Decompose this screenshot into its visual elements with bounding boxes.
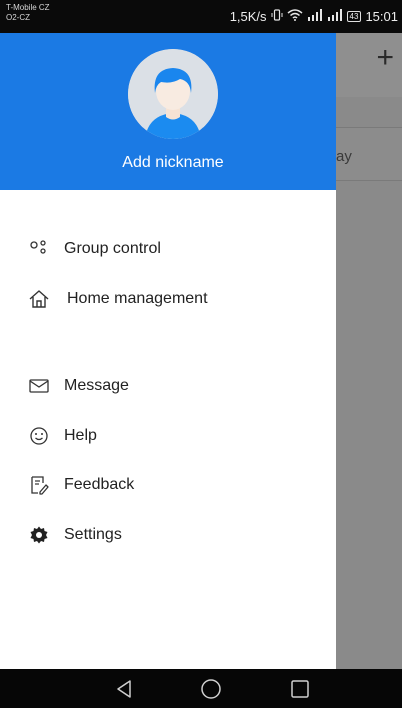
menu-item-feedback[interactable]: Feedback <box>0 465 336 505</box>
menu-item-help[interactable]: Help <box>0 416 336 456</box>
home-icon <box>28 288 50 310</box>
menu-label-feedback: Feedback <box>64 476 135 493</box>
menu-label-home-management: Home management <box>67 290 208 307</box>
gear-icon <box>28 524 50 546</box>
status-indicators: 1,5K/s 43 15:01 <box>230 9 398 24</box>
status-bar: T-Mobile CZ O2-CZ 1,5K/s 43 15:01 <box>0 0 402 33</box>
group-control-icon <box>28 238 50 260</box>
screen: T-Mobile CZ O2-CZ 1,5K/s 43 15:01 + ay A… <box>0 0 402 708</box>
add-nickname-label[interactable]: Add nickname <box>0 154 346 172</box>
carrier-info: T-Mobile CZ O2-CZ <box>6 3 50 23</box>
menu-label-help: Help <box>64 427 97 444</box>
menu-item-settings[interactable]: Settings <box>0 515 336 555</box>
back-triangle-icon[interactable] <box>112 677 136 701</box>
carrier-secondary: O2-CZ <box>6 13 30 22</box>
vibrate-icon <box>271 9 283 24</box>
battery-icon: 43 <box>346 11 362 22</box>
network-speed: 1,5K/s <box>229 9 267 24</box>
smiley-help-icon <box>28 425 50 447</box>
signal-icon <box>307 9 323 24</box>
menu-item-message[interactable]: Message <box>0 366 336 406</box>
background-app-header: + <box>336 33 402 97</box>
signal-icon-secondary <box>327 9 343 24</box>
menu-label-settings: Settings <box>64 526 122 543</box>
plus-icon[interactable]: + <box>376 43 394 73</box>
menu-item-group-control[interactable]: Group control <box>0 229 336 269</box>
menu-item-home-management[interactable]: Home management <box>0 279 336 319</box>
recents-square-icon[interactable] <box>288 677 312 701</box>
wifi-icon <box>287 9 303 24</box>
feedback-edit-icon <box>28 474 50 496</box>
home-circle-icon[interactable] <box>199 677 223 701</box>
navigation-drawer: Add nickname Group control Home manageme… <box>0 33 336 669</box>
user-avatar-icon[interactable] <box>128 49 218 139</box>
menu-label-message: Message <box>64 377 129 394</box>
menu-label-group-control: Group control <box>64 240 161 257</box>
drawer-header: Add nickname <box>0 33 336 190</box>
clock: 15:01 <box>365 9 398 24</box>
envelope-icon <box>28 375 50 397</box>
carrier-primary: T-Mobile CZ <box>6 3 50 12</box>
system-navigation-bar <box>0 669 402 708</box>
